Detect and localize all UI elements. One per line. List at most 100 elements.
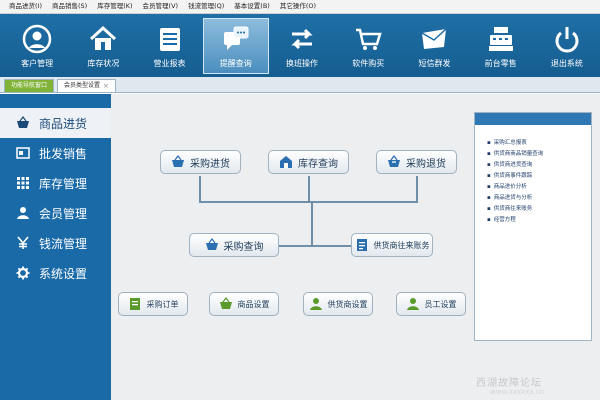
product-settings-label: 商品设置 [237, 299, 270, 309]
report-panel-header [475, 113, 591, 125]
basket-icon [16, 116, 30, 130]
supplier-icon [309, 298, 322, 310]
power-icon [555, 27, 579, 53]
menu-item-members[interactable]: 会员管理(V) [138, 0, 184, 13]
report-links-panel: 采购汇总报表 供货商商品销量查询 供货商进货查询 供货商事件跟踪 商品进价分析 … [474, 112, 592, 341]
close-icon[interactable]: × [103, 80, 109, 92]
toolbar-reminder-button[interactable]: 提醒查询 [202, 18, 269, 74]
menu-bar: 商品进货(I) 商品销售(S) 库存管理(K) 会员管理(V) 钱流管理(Q) … [0, 0, 600, 14]
menu-item-cashflow[interactable]: 钱流管理(Q) [183, 0, 229, 13]
staff-icon [406, 298, 419, 310]
report-link[interactable]: 采购汇总报表 [487, 138, 591, 149]
supplier-settings-label: 供货商设置 [327, 299, 368, 309]
cash-register-icon [488, 27, 513, 51]
envelope-icon [422, 28, 447, 49]
menu-item-purchase[interactable]: 商品进货(I) [4, 0, 47, 13]
sidebar-item-cashflow[interactable]: 钱流管理 [0, 228, 111, 258]
sidebar-item-purchase[interactable]: 商品进货 [0, 108, 111, 138]
sidebar-item-wholesale[interactable]: 批发销售 [0, 138, 111, 168]
toolbar-sms-label: 短信群发 [418, 59, 451, 68]
supplier-accounts-button[interactable]: 供货商往来账务 [351, 233, 433, 257]
supplier-accounts-label: 供货商往来账务 [373, 240, 430, 250]
report-icon [159, 28, 180, 51]
basket-icon [172, 155, 184, 167]
toolbar-retail-button[interactable]: 前台零售 [468, 14, 534, 77]
basket-return-icon [388, 155, 400, 167]
toolbar-customer-label: 客户管理 [21, 59, 54, 68]
purchase-in-label: 采购进货 [190, 158, 230, 170]
card-icon [16, 146, 30, 160]
watermark-subtext: www.xxxxxx.cn [490, 388, 545, 396]
cart-icon [356, 28, 382, 50]
menu-item-inventory[interactable]: 库存管理(K) [92, 0, 137, 13]
sidebar-item-label: 批发销售 [39, 146, 88, 161]
tab-navigation[interactable]: 功能导航窗口 [4, 79, 55, 92]
report-link[interactable]: 供货商往来账务 [487, 204, 591, 215]
tab-member-type-settings[interactable]: 会员类型设置 × [57, 79, 116, 92]
toolbar-exit-label: 退出系统 [550, 59, 583, 68]
house-icon [90, 25, 117, 50]
toolbar-reminder-label: 提醒查询 [219, 59, 252, 68]
reminder-chat-icon [223, 26, 249, 50]
toolbar-buy-label: 软件购买 [352, 59, 385, 68]
supplier-settings-button[interactable]: 供货商设置 [303, 292, 373, 316]
stock-query-button[interactable]: 库存查询 [268, 150, 349, 174]
toolbar-report-label: 营业报表 [153, 59, 186, 68]
order-sheet-icon [129, 298, 140, 310]
report-link[interactable]: 供货商事件跟踪 [487, 171, 591, 182]
toolbar-shift-label: 换班操作 [286, 59, 319, 68]
toolbar-shift-button[interactable]: 换班操作 [269, 14, 335, 77]
purchase-return-button[interactable]: 采购退货 [376, 150, 457, 174]
report-link[interactable]: 商品进价分析 [487, 182, 591, 193]
person-icon [16, 206, 30, 220]
toolbar-exit-button[interactable]: 退出系统 [534, 14, 600, 77]
purchase-order-label: 采购订单 [146, 299, 179, 309]
sidebar-item-label: 系统设置 [39, 266, 88, 281]
sidebar-item-members[interactable]: 会员管理 [0, 198, 111, 228]
purchase-query-label: 采购查询 [223, 241, 264, 253]
report-link[interactable]: 商品进货与分析 [487, 193, 591, 204]
toolbar-stock-label: 库存状况 [87, 59, 120, 68]
purchase-return-label: 采购退货 [406, 158, 446, 170]
toolbar-buy-button[interactable]: 软件购买 [335, 14, 401, 77]
sidebar-item-label: 会员管理 [39, 206, 88, 221]
menu-item-other[interactable]: 其它操作(O) [275, 0, 321, 13]
report-link[interactable]: 经营方程 [487, 215, 591, 226]
connector-line [311, 201, 313, 247]
basket-search-icon [205, 238, 218, 250]
main-toolbar: 客户管理 库存状况 营业报表 提醒查询 换班操作 软件购买 短信群发 前台零售 … [0, 14, 600, 77]
user-circle-icon [22, 24, 52, 54]
tab-member-type-label: 会员类型设置 [64, 82, 101, 89]
product-settings-button[interactable]: 商品设置 [209, 292, 279, 316]
staff-settings-label: 员工设置 [424, 299, 457, 309]
stock-query-label: 库存查询 [298, 158, 338, 170]
sidebar-item-settings[interactable]: 系统设置 [0, 258, 111, 288]
workflow-diagram: 采购进货 库存查询 采购退货 采购查询 供货商往来账务 采购订单 商品设置 供货… [111, 94, 471, 400]
gear-icon [16, 266, 30, 280]
toolbar-sms-button[interactable]: 短信群发 [401, 14, 467, 77]
grid-icon [16, 176, 30, 190]
sidebar-item-label: 库存管理 [39, 176, 88, 191]
toolbar-retail-label: 前台零售 [484, 59, 517, 68]
menu-item-basic-settings[interactable]: 基本设置(B) [229, 0, 275, 13]
toolbar-report-button[interactable]: 营业报表 [136, 14, 202, 77]
report-links-list: 采购汇总报表 供货商商品销量查询 供货商进货查询 供货商事件跟踪 商品进价分析 … [475, 125, 591, 226]
purchase-order-button[interactable]: 采购订单 [118, 292, 188, 316]
basket-settings-icon [219, 297, 232, 309]
report-link[interactable]: 供货商进货查询 [487, 160, 591, 171]
purchase-query-button[interactable]: 采购查询 [189, 233, 279, 257]
toolbar-customer-button[interactable]: 客户管理 [4, 14, 70, 77]
sidebar-item-label: 商品进货 [39, 116, 88, 131]
report-link[interactable]: 供货商商品销量查询 [487, 149, 591, 160]
window-tabs: 功能导航窗口 会员类型设置 × [0, 77, 600, 93]
staff-settings-button[interactable]: 员工设置 [396, 292, 466, 316]
connector-line [199, 176, 201, 202]
menu-item-sales[interactable]: 商品销售(S) [47, 0, 92, 13]
sidebar-item-label: 钱流管理 [39, 236, 88, 251]
sidebar-item-inventory[interactable]: 库存管理 [0, 168, 111, 198]
yen-icon [16, 236, 30, 250]
connector-line [416, 176, 418, 202]
purchase-in-button[interactable]: 采购进货 [160, 150, 241, 174]
ledger-icon [356, 239, 367, 251]
toolbar-stock-button[interactable]: 库存状况 [70, 14, 136, 77]
